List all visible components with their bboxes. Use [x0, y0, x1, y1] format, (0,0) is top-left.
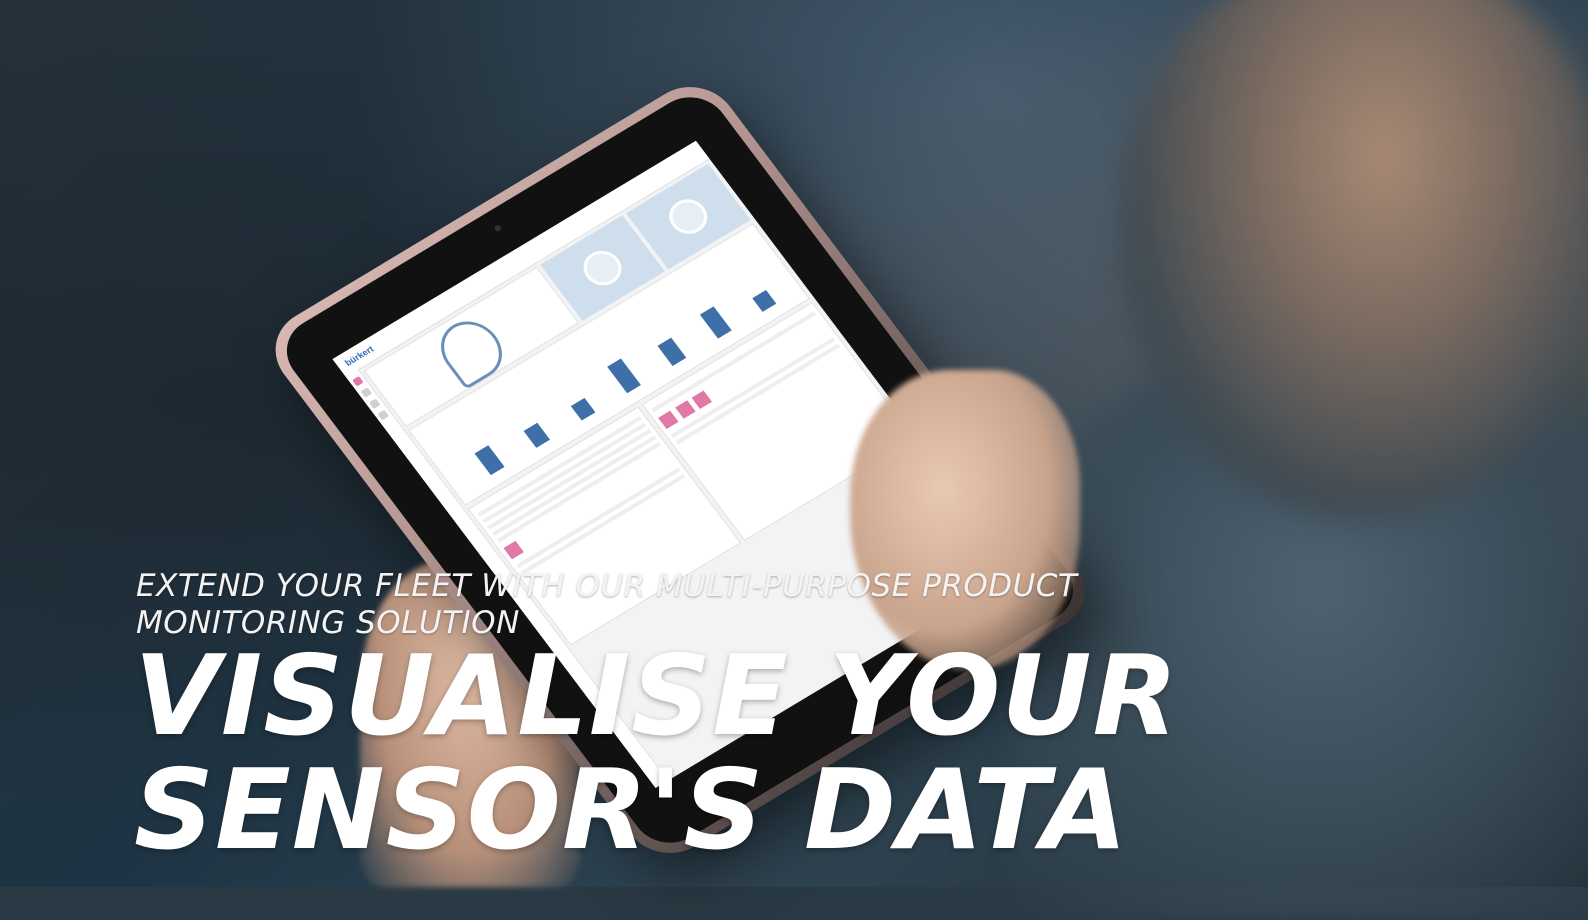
- headline: VISUALISE YOUR SENSOR'S DATA: [134, 640, 1334, 868]
- chart-bar: [699, 306, 732, 339]
- subtitle-line-1: EXTEND YOUR FLEET WITH OUR MULTI-PURPOSE…: [136, 568, 1078, 604]
- chart-bar: [474, 445, 505, 475]
- chart-bar: [523, 422, 551, 448]
- gauge-icon: [576, 244, 629, 292]
- notification-icon: [503, 540, 524, 560]
- alert-icon: [674, 400, 696, 419]
- alert-icon: [658, 410, 679, 430]
- chart-bar: [607, 358, 641, 394]
- chart-bar: [752, 289, 777, 312]
- chart-bar: [570, 397, 596, 421]
- sidebar-item-icon: [377, 409, 390, 421]
- gauge-icon: [661, 192, 715, 241]
- camera-icon: [493, 224, 503, 233]
- app-logo: bürkert: [342, 343, 376, 368]
- chart-bar: [657, 337, 687, 367]
- alert-icon: [691, 390, 713, 409]
- text-line: [521, 474, 686, 575]
- subtitle: EXTEND YOUR FLEET WITH OUR MULTI-PURPOSE…: [136, 568, 1196, 642]
- headline-line-1: VISUALISE YOUR: [134, 632, 1180, 761]
- sidebar-item-icon: [351, 375, 364, 387]
- headline-line-2: SENSOR'S DATA: [134, 746, 1129, 875]
- sidebar-item-icon: [360, 387, 373, 398]
- sidebar-item-icon: [368, 398, 381, 410]
